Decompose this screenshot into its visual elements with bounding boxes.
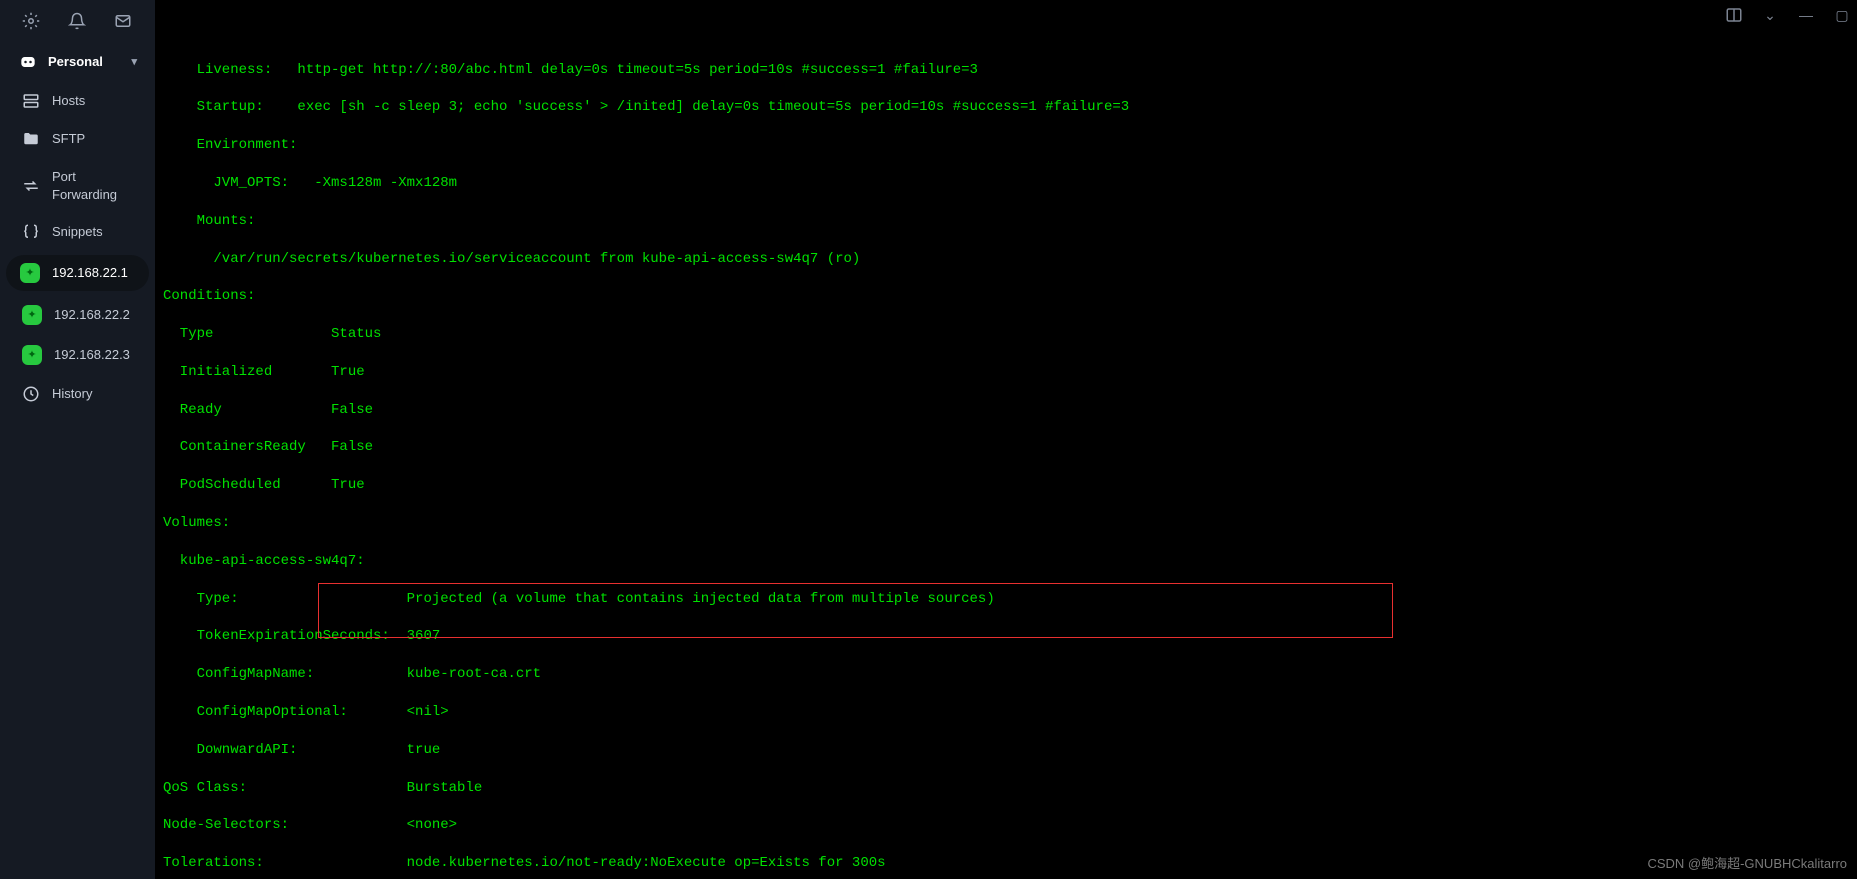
terminal-line: TokenExpirationSeconds: 3607: [163, 627, 1849, 646]
terminal-line: QoS Class: Burstable: [163, 779, 1849, 798]
terminal-line: Tolerations: node.kubernetes.io/not-read…: [163, 854, 1849, 873]
terminal-line: Liveness: http-get http://:80/abc.html d…: [163, 61, 1849, 80]
terminal-line: Ready False: [163, 401, 1849, 420]
chevron-down-icon: ▾: [131, 55, 137, 70]
nav-label: Snippets: [52, 223, 103, 241]
maximize-icon[interactable]: ▢: [1833, 6, 1851, 24]
host-label: 192.168.22.2: [54, 306, 130, 324]
terminal-line: Volumes:: [163, 514, 1849, 533]
terminal-line: ConfigMapOptional: <nil>: [163, 703, 1849, 722]
terminal-line: kube-api-access-sw4q7:: [163, 552, 1849, 571]
mail-icon[interactable]: [114, 12, 132, 30]
terminal-line: ConfigMapName: kube-root-ca.crt: [163, 665, 1849, 684]
chevron-down-icon[interactable]: ⌄: [1761, 6, 1779, 24]
host-status-icon: ✦: [22, 305, 42, 325]
nav-sftp[interactable]: SFTP: [0, 120, 155, 158]
folder-icon: [22, 130, 40, 148]
terminal-line: Conditions:: [163, 287, 1849, 306]
window-controls: ⌄ — ▢: [1725, 6, 1851, 24]
hosts-icon: [22, 92, 40, 110]
nav-hosts[interactable]: Hosts: [0, 82, 155, 120]
nav-portforwarding[interactable]: Port Forwarding: [0, 158, 155, 213]
nav-label: Port Forwarding: [52, 168, 137, 203]
terminal-line: DownwardAPI: true: [163, 741, 1849, 760]
terminal-line: Mounts:: [163, 212, 1849, 231]
terminal-line: Initialized True: [163, 363, 1849, 382]
host-status-icon: ✦: [22, 345, 42, 365]
workspace-label: Personal: [48, 53, 103, 71]
terminal-line: Startup: exec [sh -c sleep 3; echo 'succ…: [163, 98, 1849, 117]
workspace-selector[interactable]: Personal ▾: [0, 42, 155, 82]
nav-label: History: [52, 385, 92, 403]
split-icon[interactable]: [1725, 6, 1743, 24]
host-tab-2[interactable]: ✦ 192.168.22.2: [0, 295, 155, 335]
nav-label: SFTP: [52, 130, 85, 148]
terminal-line: Environment:: [163, 136, 1849, 155]
sidebar-sys-icons: [0, 8, 155, 42]
nav-history[interactable]: History: [0, 375, 155, 413]
nav-label: Hosts: [52, 92, 85, 110]
host-tab-1[interactable]: ✦ 192.168.22.1: [6, 255, 149, 291]
host-label: 192.168.22.1: [52, 264, 128, 282]
braces-icon: [22, 223, 40, 241]
watermark: CSDN @鲍海超-GNUBHCkalitarro: [1647, 855, 1847, 873]
terminal-line: PodScheduled True: [163, 476, 1849, 495]
settings-icon[interactable]: [22, 12, 40, 30]
host-label: 192.168.22.3: [54, 346, 130, 364]
terminal-line: Node-Selectors: <none>: [163, 816, 1849, 835]
terminal-line: JVM_OPTS: -Xms128m -Xmx128m: [163, 174, 1849, 193]
nav-snippets[interactable]: Snippets: [0, 213, 155, 251]
terminal-line: Type: Projected (a volume that contains …: [163, 590, 1849, 609]
arrows-icon: [22, 177, 40, 195]
host-tab-3[interactable]: ✦ 192.168.22.3: [0, 335, 155, 375]
host-status-icon: ✦: [20, 263, 40, 283]
minimize-icon[interactable]: —: [1797, 6, 1815, 24]
terminal-line: /var/run/secrets/kubernetes.io/serviceac…: [163, 250, 1849, 269]
clock-icon: [22, 385, 40, 403]
workspace-icon: [18, 52, 38, 72]
terminal-line: Type Status: [163, 325, 1849, 344]
bell-icon[interactable]: [68, 12, 86, 30]
terminal-pane[interactable]: ⌄ — ▢ Liveness: http-get http://:80/abc.…: [155, 0, 1857, 879]
terminal-line: ContainersReady False: [163, 438, 1849, 457]
sidebar: Personal ▾ Hosts SFTP Port Forwarding Sn…: [0, 0, 155, 879]
